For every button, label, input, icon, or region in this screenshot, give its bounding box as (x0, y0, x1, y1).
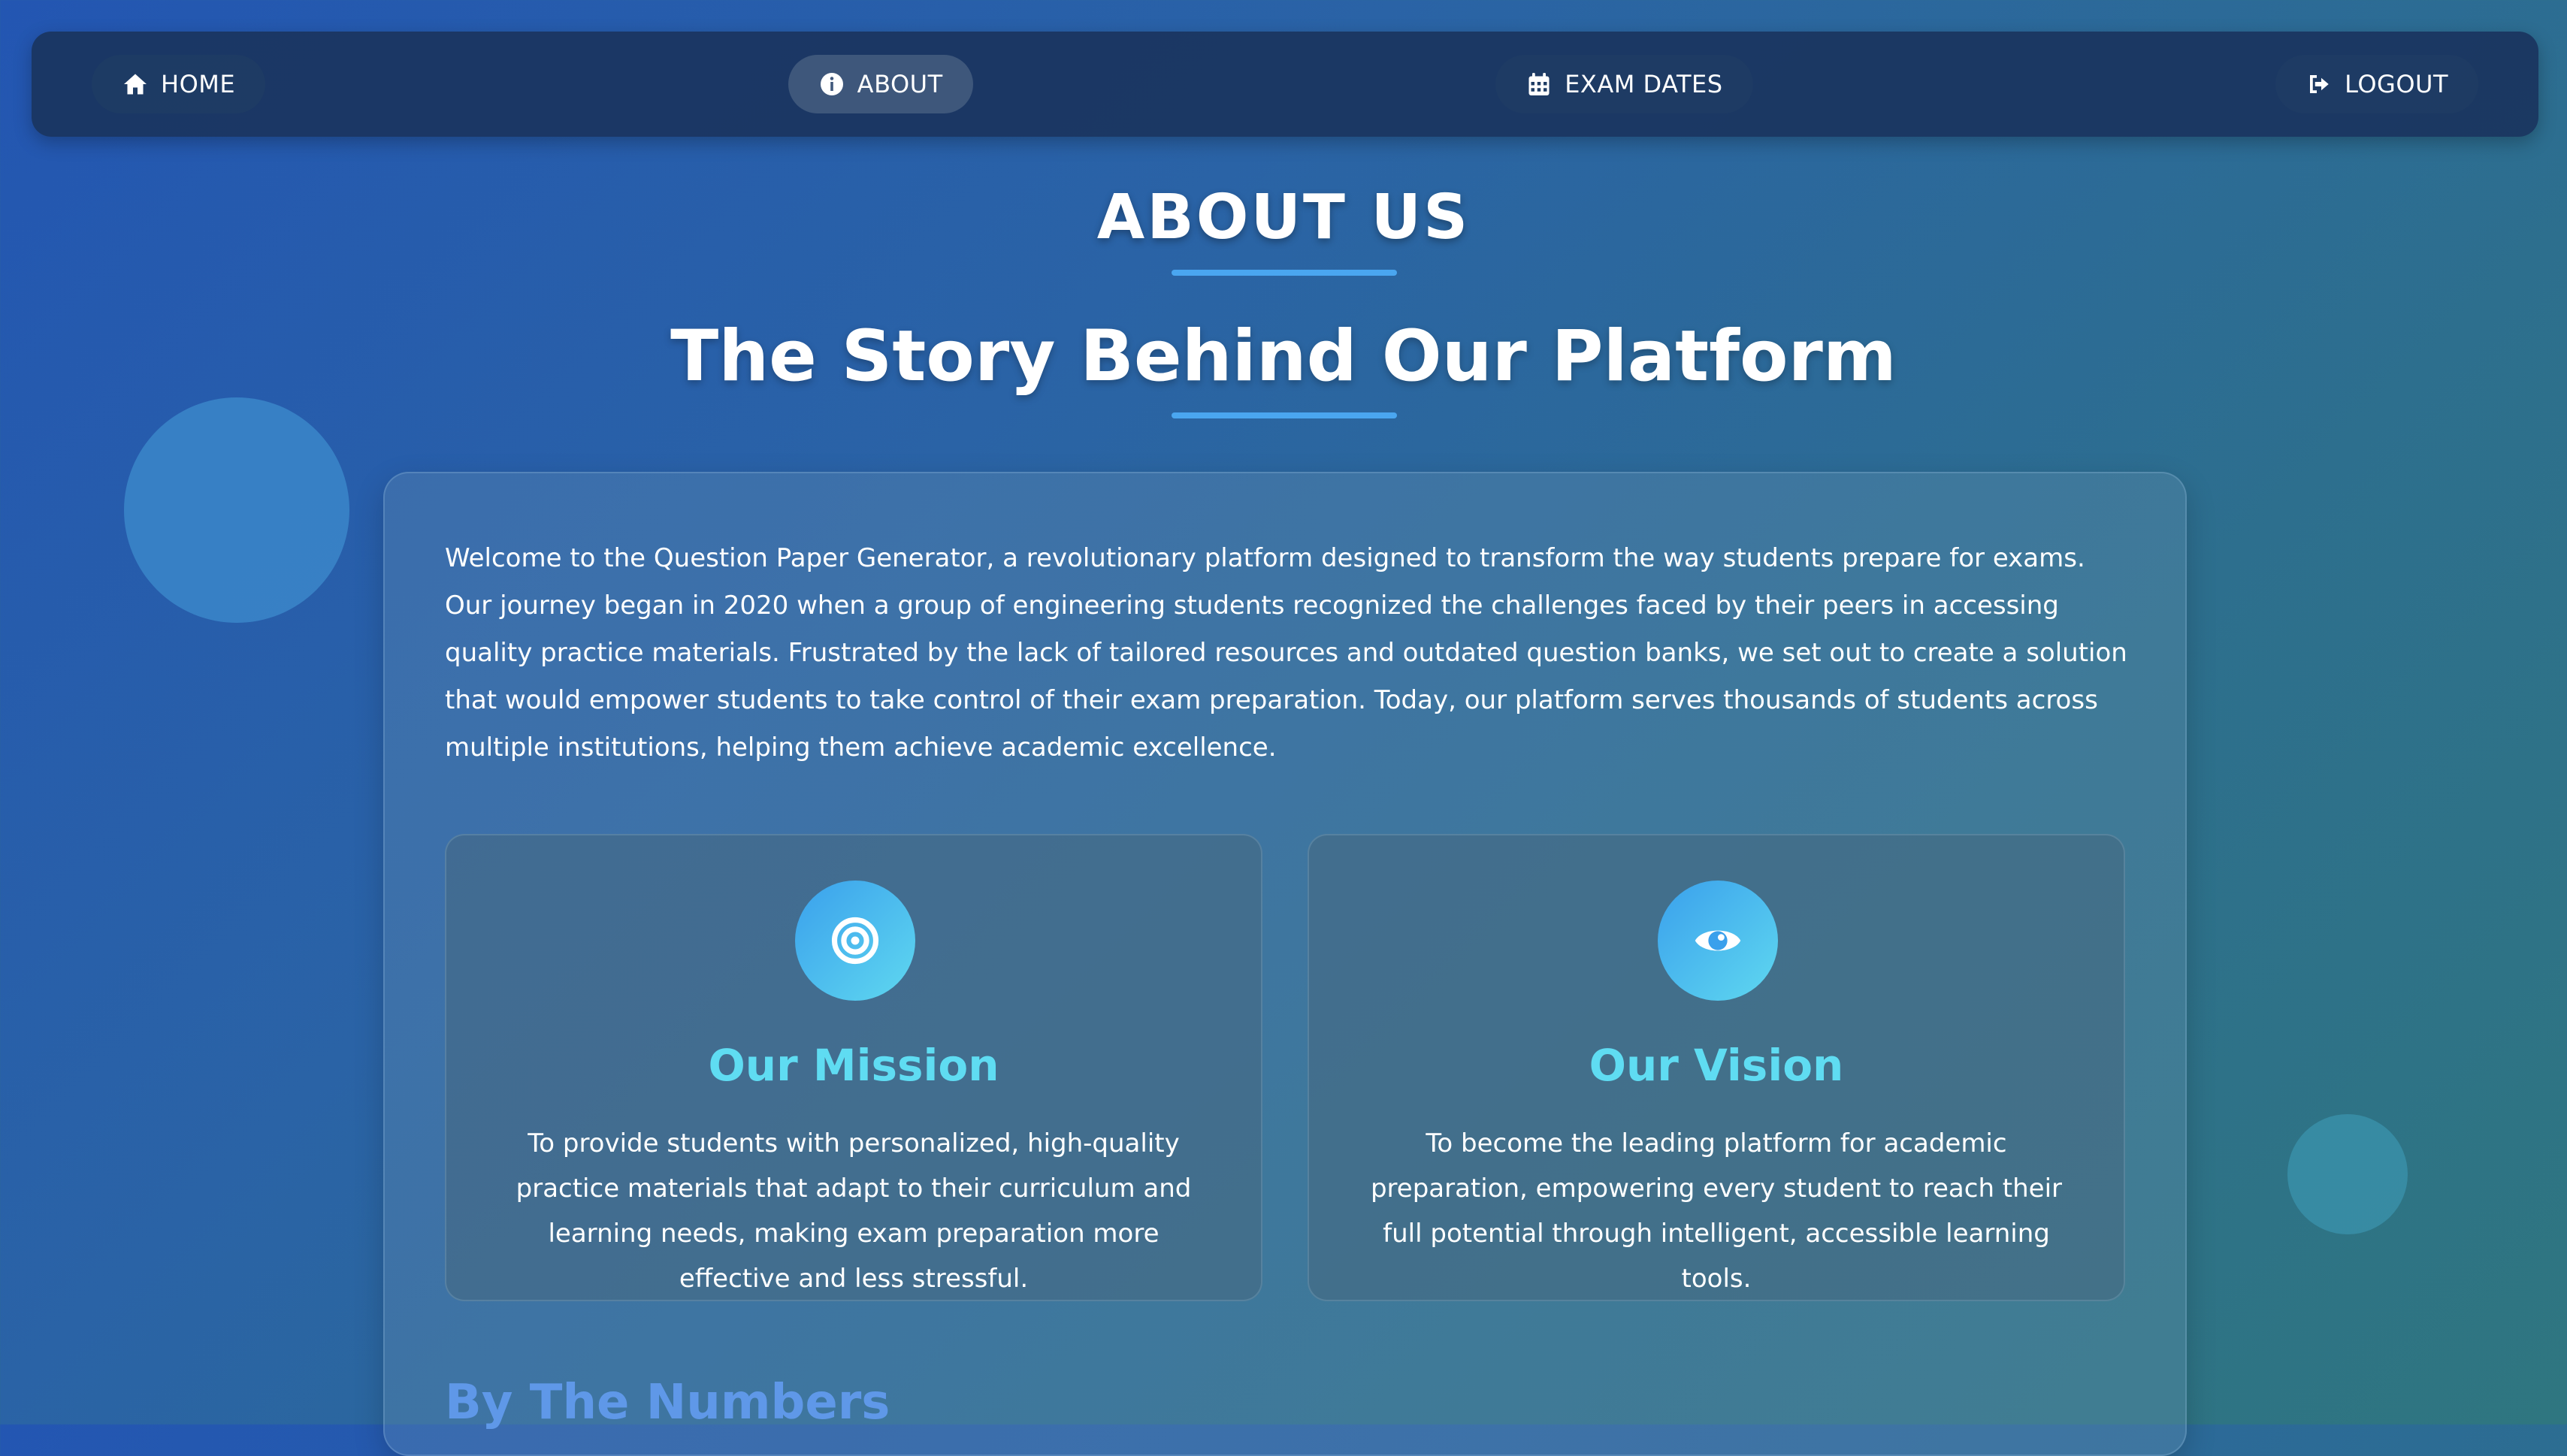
subtitle-underline (1172, 412, 1397, 418)
decorative-circle-left (124, 397, 349, 623)
target-icon (831, 917, 879, 965)
page-subtitle: The Story Behind Our Platform (670, 316, 1897, 397)
vision-title: Our Vision (1589, 1040, 1844, 1091)
page-heading: ABOUT US (1096, 182, 1471, 253)
vision-text: To become the leading platform for acade… (1370, 1128, 2063, 1294)
mission-text: To provide students with personalized, h… (516, 1128, 1192, 1294)
nav-about-button[interactable]: ABOUT (788, 55, 973, 113)
vision-icon-badge (1658, 881, 1778, 1001)
logout-icon (2310, 75, 2329, 93)
navbar: HOME ABOUT EXAM DATES LOGOUT (32, 32, 2538, 137)
numbers-section-heading: By The Numbers (445, 1375, 890, 1430)
nav-exam-dates-label: EXAM DATES (1565, 70, 1723, 98)
decorative-circle-right (2287, 1114, 2408, 1234)
intro-paragraph: Welcome to the Question Paper Generator,… (445, 543, 2127, 763)
vision-card: Our Vision To become the leading platfor… (1308, 834, 2125, 1301)
nav-logout-button[interactable]: LOGOUT (2275, 55, 2478, 113)
nav-home-button[interactable]: HOME (92, 55, 266, 113)
eye-icon (1695, 930, 1741, 951)
mission-card: Our Mission To provide students with per… (445, 834, 1262, 1301)
calendar-icon (1528, 73, 1550, 95)
heading-underline (1172, 270, 1397, 276)
nav-home-label: HOME (161, 70, 236, 98)
home-icon (124, 74, 147, 95)
nav-exam-dates-button[interactable]: EXAM DATES (1495, 55, 1753, 113)
mission-icon-badge (795, 881, 915, 1001)
mission-title: Our Mission (708, 1040, 999, 1091)
about-content-panel: Welcome to the Question Paper Generator,… (383, 472, 2187, 1456)
info-icon (820, 73, 843, 95)
nav-logout-label: LOGOUT (2345, 70, 2448, 98)
nav-about-label: ABOUT (857, 70, 943, 98)
